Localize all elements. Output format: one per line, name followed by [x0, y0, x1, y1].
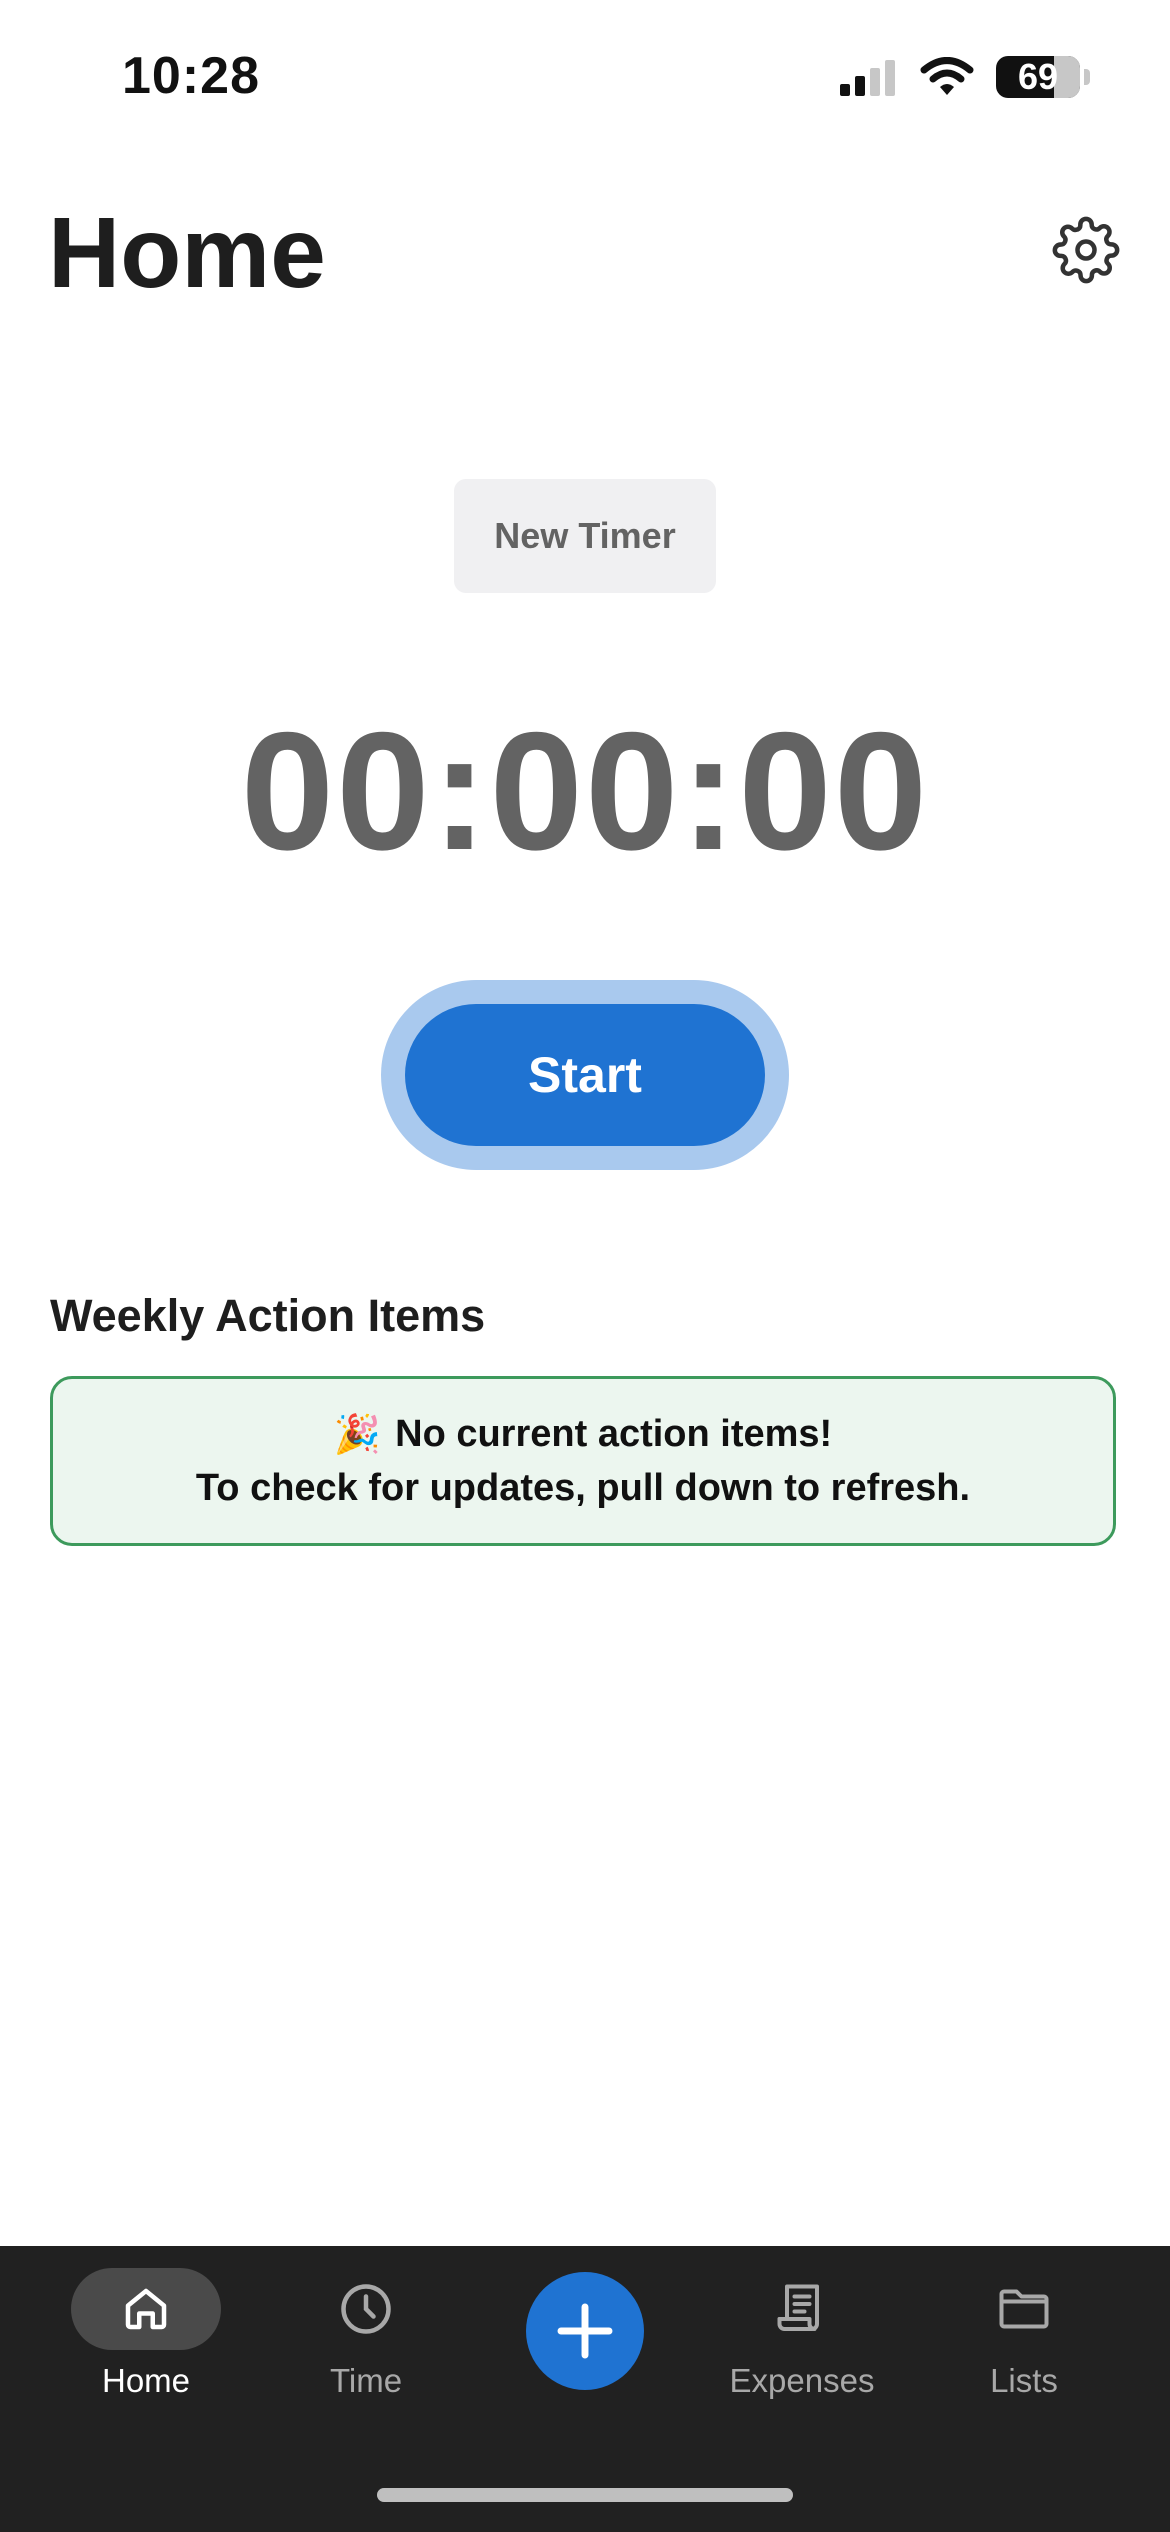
- tab-lists[interactable]: Lists: [924, 2268, 1124, 2400]
- party-popper-icon: 🎉: [333, 1413, 382, 1456]
- empty-subtitle: To check for updates, pull down to refre…: [195, 1466, 971, 1509]
- clock-icon: [341, 2284, 391, 2334]
- tab-expenses-label: Expenses: [729, 2362, 875, 2399]
- status-icons: 69: [838, 52, 1090, 102]
- cellular-signal-icon: [840, 60, 895, 96]
- house-icon: [125, 2288, 167, 2330]
- tab-home-label: Home: [101, 2362, 191, 2399]
- battery-icon: 69: [996, 56, 1080, 98]
- gear-icon[interactable]: [1052, 216, 1120, 284]
- tab-time[interactable]: Time: [266, 2268, 466, 2400]
- tab-time-icon-pill: [291, 2268, 441, 2350]
- plus-icon: [557, 2303, 613, 2359]
- wifi-icon: [920, 57, 974, 95]
- page-title: Home: [48, 197, 326, 309]
- weekly-action-items-title: Weekly Action Items: [50, 1290, 486, 1341]
- battery-percent: 69: [1017, 56, 1059, 97]
- battery-nub: [1084, 69, 1090, 85]
- tab-lists-label: Lists: [990, 2362, 1058, 2399]
- tab-time-label: Time: [329, 2362, 403, 2399]
- tab-expenses-icon-pill: [727, 2268, 877, 2350]
- add-button[interactable]: [526, 2272, 644, 2390]
- start-button[interactable]: Start: [405, 1004, 765, 1146]
- timer-display: 00:00:00: [240, 697, 930, 885]
- tab-home-icon-pill: [71, 2268, 221, 2350]
- empty-title-row: 🎉 No current action items!: [334, 1413, 832, 1457]
- empty-title: No current action items!: [395, 1413, 833, 1455]
- new-timer-button[interactable]: New Timer: [454, 479, 716, 593]
- empty-action-items-card: 🎉 No current action items! To check for …: [50, 1376, 1116, 1546]
- tab-home[interactable]: Home: [46, 2268, 246, 2400]
- status-time: 10:28: [122, 47, 260, 105]
- receipt-icon: [777, 2284, 819, 2331]
- tab-expenses[interactable]: Expenses: [702, 2268, 902, 2400]
- start-button-halo: Start: [381, 980, 789, 1170]
- home-indicator: [377, 2488, 793, 2502]
- tab-lists-icon-pill: [949, 2268, 1099, 2350]
- screen: 10:28 69 Home New Timer 00:00:00 Start W…: [0, 0, 1170, 2532]
- folder-icon: [999, 2289, 1049, 2329]
